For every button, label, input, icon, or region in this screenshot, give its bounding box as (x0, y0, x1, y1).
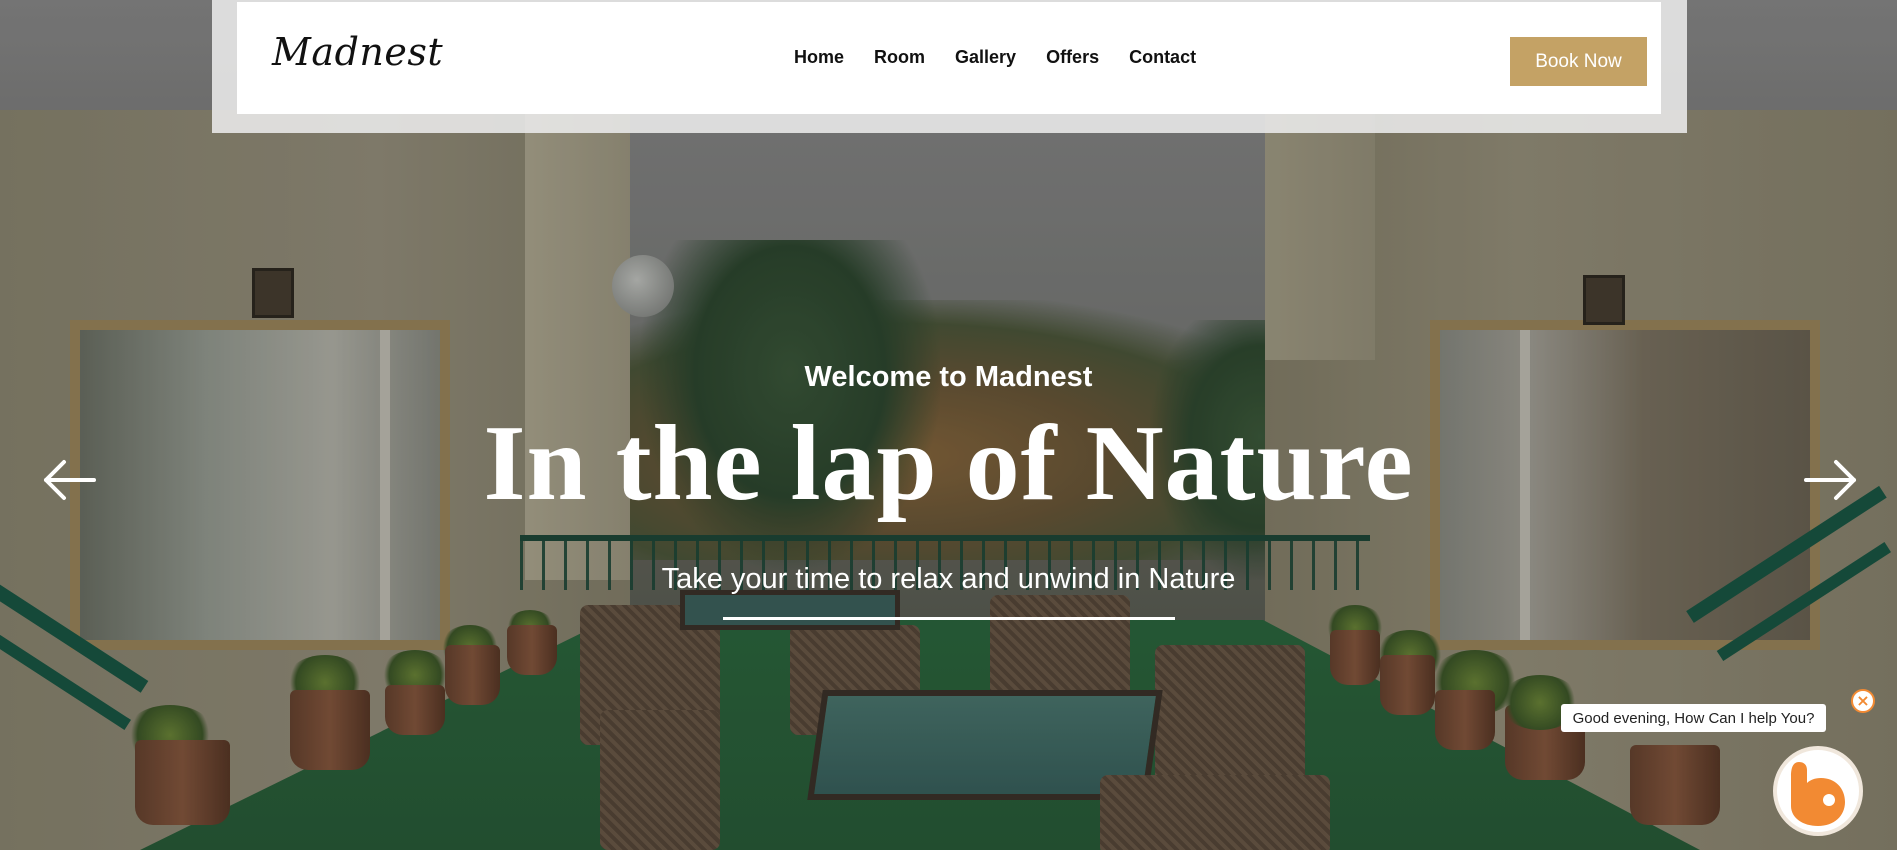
nav-link-gallery[interactable]: Gallery (955, 47, 1016, 68)
arrow-right-icon (1804, 460, 1856, 500)
chat-bot-icon (1791, 762, 1845, 826)
hero-underline (723, 617, 1175, 620)
carousel-next-button[interactable] (1800, 458, 1860, 502)
chat-greeting[interactable]: Good evening, How Can I help You? (1561, 704, 1826, 732)
site-logo[interactable]: Madnest (272, 30, 443, 74)
carousel-prev-button[interactable] (40, 458, 100, 502)
site-header: Madnest Home Room Gallery Offers Contact… (237, 2, 1661, 114)
chat-launcher-button[interactable] (1773, 746, 1863, 836)
hero-subtitle: Take your time to relax and unwind in Na… (661, 563, 1236, 595)
nav-link-room[interactable]: Room (874, 47, 925, 68)
hero-kicker: Welcome to Madnest (804, 361, 1093, 393)
arrow-left-icon (44, 460, 96, 500)
book-now-button[interactable]: Book Now (1510, 37, 1647, 86)
close-icon[interactable]: × (1851, 689, 1875, 713)
hero-headline: In the lap of Nature (483, 404, 1414, 523)
nav-link-contact[interactable]: Contact (1129, 47, 1196, 68)
nav-link-offers[interactable]: Offers (1046, 47, 1099, 68)
main-nav: Home Room Gallery Offers Contact (794, 47, 1196, 68)
nav-link-home[interactable]: Home (794, 47, 844, 68)
